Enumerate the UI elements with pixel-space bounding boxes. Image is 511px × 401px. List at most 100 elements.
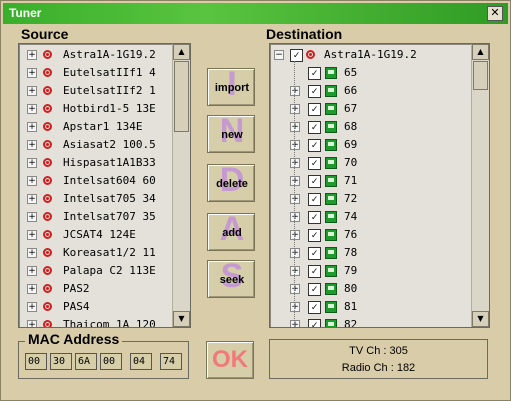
checkbox-icon[interactable]: ✓ bbox=[308, 85, 321, 98]
ok-button[interactable]: OK bbox=[206, 341, 254, 379]
title-bar[interactable]: Tuner ✕ bbox=[3, 3, 508, 24]
scroll-down-button[interactable]: ▼ bbox=[173, 311, 190, 327]
expand-icon[interactable]: + bbox=[27, 266, 37, 276]
list-item[interactable]: + Hotbird1-5 13E bbox=[19, 100, 172, 118]
channel-node[interactable]: + ✓ 78 bbox=[270, 244, 471, 262]
expand-icon[interactable]: + bbox=[290, 86, 300, 96]
checkbox-icon[interactable]: ✓ bbox=[308, 157, 321, 170]
close-button[interactable]: ✕ bbox=[487, 6, 503, 21]
delete-button[interactable]: D delete bbox=[207, 161, 255, 202]
expand-icon[interactable]: + bbox=[290, 104, 300, 114]
list-item[interactable]: + EutelsatIIf2 1 bbox=[19, 82, 172, 100]
expand-icon[interactable]: + bbox=[290, 122, 300, 132]
checkbox-icon[interactable]: ✓ bbox=[308, 283, 321, 296]
expand-icon[interactable]: + bbox=[290, 320, 300, 327]
list-item[interactable]: + PAS4 bbox=[19, 298, 172, 316]
list-item[interactable]: + JCSAT4 124E bbox=[19, 226, 172, 244]
channel-node[interactable]: + ✓ 68 bbox=[270, 118, 471, 136]
expand-icon[interactable]: + bbox=[290, 140, 300, 150]
expand-icon[interactable]: + bbox=[290, 158, 300, 168]
list-item[interactable]: + PAS2 bbox=[19, 280, 172, 298]
list-item[interactable]: + Intelsat604 60 bbox=[19, 172, 172, 190]
expand-icon[interactable]: + bbox=[27, 194, 37, 204]
expand-icon[interactable]: + bbox=[290, 248, 300, 258]
seek-button[interactable]: S seek bbox=[207, 257, 255, 298]
expand-icon[interactable]: + bbox=[27, 104, 37, 114]
checkbox-icon[interactable]: ✓ bbox=[308, 193, 321, 206]
expand-icon[interactable]: + bbox=[27, 176, 37, 186]
channel-node[interactable]: + ✓ 70 bbox=[270, 154, 471, 172]
expand-icon[interactable]: + bbox=[27, 86, 37, 96]
mac-field[interactable]: 00 bbox=[100, 353, 122, 370]
checkbox-icon[interactable]: ✓ bbox=[308, 139, 321, 152]
expand-icon[interactable]: + bbox=[27, 68, 37, 78]
expand-icon[interactable]: + bbox=[290, 302, 300, 312]
mac-field[interactable]: 04 bbox=[130, 353, 152, 370]
import-button[interactable]: I import bbox=[207, 65, 255, 106]
checkbox-icon[interactable]: ✓ bbox=[308, 301, 321, 314]
checkbox-icon[interactable]: ✓ bbox=[308, 319, 321, 327]
list-item[interactable]: + Intelsat705 34 bbox=[19, 190, 172, 208]
scroll-up-button[interactable]: ▲ bbox=[173, 44, 190, 60]
new-button[interactable]: N new bbox=[207, 112, 255, 153]
checkbox-icon[interactable]: ✓ bbox=[308, 211, 321, 224]
channel-node[interactable]: + ✓ 81 bbox=[270, 298, 471, 316]
channel-node[interactable]: + ✓ 80 bbox=[270, 280, 471, 298]
add-button[interactable]: A add bbox=[207, 210, 255, 251]
channel-node[interactable]: + ✓ 72 bbox=[270, 190, 471, 208]
expand-icon[interactable]: + bbox=[290, 194, 300, 204]
channel-node[interactable]: + ✓ 76 bbox=[270, 226, 471, 244]
channel-node[interactable]: + ✓ 66 bbox=[270, 82, 471, 100]
expand-icon[interactable]: + bbox=[290, 176, 300, 186]
channel-node[interactable]: + ✓ 71 bbox=[270, 172, 471, 190]
checkbox-icon[interactable]: ✓ bbox=[308, 175, 321, 188]
mac-field[interactable]: 6A bbox=[75, 353, 97, 370]
list-item[interactable]: + Palapa C2 113E bbox=[19, 262, 172, 280]
scroll-thumb[interactable] bbox=[473, 61, 488, 90]
list-item[interactable]: + Intelsat707 35 bbox=[19, 208, 172, 226]
mac-field[interactable]: 00 bbox=[25, 353, 47, 370]
checkbox-icon[interactable]: ✓ bbox=[308, 103, 321, 116]
expand-icon[interactable]: + bbox=[290, 266, 300, 276]
expand-icon[interactable]: + bbox=[290, 230, 300, 240]
mac-field[interactable]: 74 bbox=[160, 353, 182, 370]
channel-node[interactable]: + ✓ 69 bbox=[270, 136, 471, 154]
expand-icon[interactable]: + bbox=[27, 230, 37, 240]
list-item[interactable]: + EutelsatIIf1 4 bbox=[19, 64, 172, 82]
destination-scrollbar[interactable]: ▲ ▼ bbox=[471, 44, 489, 327]
list-item[interactable]: + Asiasat2 100.5 bbox=[19, 136, 172, 154]
expand-icon[interactable]: + bbox=[27, 122, 37, 132]
channel-node[interactable]: + ✓ 79 bbox=[270, 262, 471, 280]
checkbox-icon[interactable]: ✓ bbox=[308, 121, 321, 134]
expand-icon[interactable]: + bbox=[27, 140, 37, 150]
checkbox-icon[interactable]: ✓ bbox=[308, 229, 321, 242]
expand-icon[interactable]: + bbox=[27, 284, 37, 294]
mac-field[interactable]: 30 bbox=[50, 353, 72, 370]
channel-node[interactable]: + ✓ 74 bbox=[270, 208, 471, 226]
scroll-up-button[interactable]: ▲ bbox=[472, 44, 489, 60]
checkbox-icon[interactable]: ✓ bbox=[290, 49, 303, 62]
expand-icon[interactable]: + bbox=[27, 302, 37, 312]
channel-node[interactable]: + ✓ 82 bbox=[270, 316, 471, 327]
list-item[interactable]: + Astra1A-1G19.2 bbox=[19, 46, 172, 64]
expand-icon[interactable]: + bbox=[27, 320, 37, 327]
tree-root[interactable]: − ✓ Astra1A-1G19.2 bbox=[270, 46, 471, 64]
expand-icon[interactable]: + bbox=[290, 284, 300, 294]
collapse-icon[interactable]: − bbox=[274, 50, 284, 60]
expand-icon[interactable]: + bbox=[27, 50, 37, 60]
checkbox-icon[interactable]: ✓ bbox=[308, 265, 321, 278]
checkbox-icon[interactable]: ✓ bbox=[308, 247, 321, 260]
list-item[interactable]: + Thaicom 1A 120 bbox=[19, 316, 172, 327]
expand-icon[interactable]: + bbox=[27, 248, 37, 258]
channel-node[interactable]: + ✓ 67 bbox=[270, 100, 471, 118]
checkbox-icon[interactable]: ✓ bbox=[308, 67, 321, 80]
list-item[interactable]: + Hispasat1A1B33 bbox=[19, 154, 172, 172]
expand-icon[interactable]: + bbox=[27, 158, 37, 168]
expand-icon[interactable]: + bbox=[27, 212, 37, 222]
channel-node[interactable]: ✓ 65 bbox=[270, 64, 471, 82]
expand-icon[interactable]: + bbox=[290, 212, 300, 222]
source-list[interactable]: + Astra1A-1G19.2 + EutelsatIIf1 4 + EutelsatI… bbox=[19, 44, 172, 327]
scroll-down-button[interactable]: ▼ bbox=[472, 311, 489, 327]
list-item[interactable]: + Koreasat1/2 11 bbox=[19, 244, 172, 262]
destination-tree[interactable]: − ✓ Astra1A-1G19.2 ✓ 65 + ✓ 66 + ✓ 67 + ✓ 68 + ✓ 69 + ✓ 70 +… bbox=[270, 44, 471, 327]
